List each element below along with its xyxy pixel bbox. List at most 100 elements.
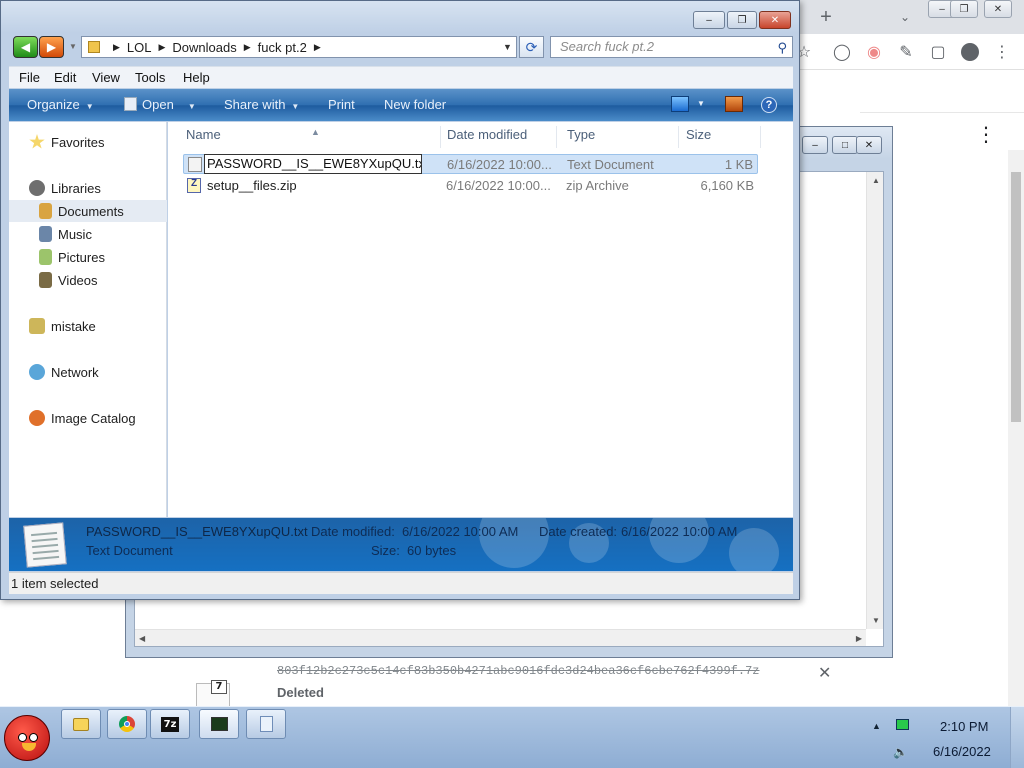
start-button[interactable]: [4, 715, 50, 761]
network-status-icon[interactable]: [896, 719, 909, 730]
search-input[interactable]: Search fuck pt.2 ⚲: [550, 36, 793, 58]
nav-favorites[interactable]: Favorites: [9, 131, 167, 153]
refresh-button[interactable]: ⟳: [519, 36, 544, 58]
nav-libraries-label: Libraries: [51, 180, 101, 196]
back-button[interactable]: ◀: [13, 36, 38, 58]
forward-button[interactable]: ▶: [39, 36, 64, 58]
side-panel-icon[interactable]: ▢: [924, 38, 952, 66]
organize-button[interactable]: Organize ▼: [27, 97, 94, 112]
nav-pictures[interactable]: Pictures: [9, 246, 167, 268]
background-minimize-button[interactable]: –: [802, 136, 828, 154]
page-more-options-icon[interactable]: ⋮: [976, 122, 996, 147]
taskbar-notepad-button[interactable]: [246, 709, 286, 739]
new-tab-icon[interactable]: +: [812, 3, 840, 31]
profile-avatar-icon[interactable]: [956, 38, 984, 66]
menu-edit[interactable]: Edit: [54, 70, 76, 85]
nav-music-label: Music: [58, 226, 92, 242]
print-button[interactable]: Print: [328, 97, 355, 112]
new-folder-label: New folder: [384, 97, 447, 112]
column-header-name[interactable]: Name ▲: [176, 126, 441, 148]
close-button[interactable]: ✕: [759, 11, 791, 29]
taskbar-chrome-button[interactable]: [107, 709, 147, 739]
breadcrumb-chevron-icon[interactable]: ▶: [314, 42, 321, 53]
breadcrumb-current-folder[interactable]: fuck pt.2: [258, 40, 307, 55]
help-icon[interactable]: ?: [761, 97, 777, 113]
file-row-setup-zip[interactable]: setup__files.zip 6/16/2022 10:00... zip …: [183, 176, 758, 196]
nav-videos[interactable]: Videos: [9, 269, 167, 291]
column-header-size[interactable]: Size: [676, 126, 761, 148]
menu-file[interactable]: File: [19, 70, 40, 85]
browser-menu-icon[interactable]: ⋮: [988, 38, 1016, 66]
volume-icon[interactable]: 🔈: [893, 745, 908, 759]
address-row: ◀ ▶ ▼ ▶ LOL ▶ Downloads ▶ fuck pt.2 ▶ ▼ …: [9, 34, 793, 60]
breadcrumb-lol[interactable]: LOL: [127, 40, 152, 55]
browser-scrollbar[interactable]: [1008, 150, 1024, 706]
tab-search-chevron-icon[interactable]: ⌄: [891, 3, 919, 31]
7zip-icon: 7z: [161, 716, 179, 732]
ublock-extension-icon[interactable]: ◯: [828, 38, 856, 66]
recent-pages-dropdown-icon[interactable]: ▼: [69, 42, 77, 51]
search-icon[interactable]: ⚲: [777, 38, 787, 58]
view-dropdown-arrow-icon[interactable]: ▼: [697, 99, 705, 108]
new-folder-button[interactable]: New folder: [384, 97, 446, 112]
task-manager-icon: [210, 717, 228, 731]
nav-network[interactable]: Network: [9, 361, 167, 383]
column-header-type[interactable]: Type: [557, 126, 679, 148]
breadcrumb-chevron-icon[interactable]: ▶: [244, 42, 251, 53]
nav-music[interactable]: Music: [9, 223, 167, 245]
scroll-down-arrow-icon[interactable]: ▼: [872, 616, 880, 625]
menu-help[interactable]: Help: [183, 70, 210, 85]
address-history-dropdown-icon[interactable]: ▼: [503, 42, 512, 52]
download-status: Deleted: [277, 685, 324, 700]
file-row-password-txt[interactable]: PASSWORD__IS__EWE8YXupQU.txt 6/16/2022 1…: [183, 154, 758, 174]
scroll-up-arrow-icon[interactable]: ▲: [872, 176, 880, 185]
open-button[interactable]: Open ▼: [124, 97, 196, 112]
pride-extension-icon[interactable]: ◉: [860, 38, 888, 66]
nav-mistake[interactable]: mistake: [9, 315, 167, 337]
taskbar-7zip-button[interactable]: 7z: [150, 709, 190, 739]
browser-close-button[interactable]: ✕: [984, 0, 1012, 18]
menu-tools[interactable]: Tools: [135, 70, 165, 85]
breadcrumb-downloads[interactable]: Downloads: [172, 40, 236, 55]
share-with-button[interactable]: Share with ▼: [224, 97, 299, 112]
rename-input[interactable]: PASSWORD__IS__EWE8YXupQU.txt: [204, 154, 422, 174]
background-vertical-scrollbar[interactable]: ▲ ▼: [866, 172, 883, 629]
show-desktop-button[interactable]: [1010, 707, 1024, 768]
taskbar-task-manager-button[interactable]: [199, 709, 239, 739]
browser-scrollbar-thumb[interactable]: [1011, 172, 1021, 422]
show-hidden-icons-icon[interactable]: ▲: [872, 721, 881, 731]
clock-time[interactable]: 2:10 PM: [940, 719, 988, 734]
minimize-button[interactable]: –: [693, 11, 725, 29]
file-type: Text Document: [567, 157, 654, 172]
scroll-left-arrow-icon[interactable]: ◀: [139, 634, 145, 643]
column-header-date-modified[interactable]: Date modified: [437, 126, 557, 148]
clock-date[interactable]: 6/16/2022: [933, 744, 991, 759]
background-maximize-button[interactable]: □: [832, 136, 858, 154]
nav-mistake-label: mistake: [51, 318, 96, 334]
background-close-button[interactable]: ✕: [856, 136, 882, 154]
menu-view[interactable]: View: [92, 70, 120, 85]
explorer-folder-icon: [73, 717, 89, 731]
breadcrumb-chevron-icon[interactable]: ▶: [159, 42, 166, 53]
nav-libraries[interactable]: Libraries: [9, 177, 167, 199]
page-divider: [860, 112, 1024, 113]
remove-download-icon[interactable]: ✕: [818, 663, 831, 683]
details-file-name: PASSWORD__IS__EWE8YXupQU.txt: [86, 524, 308, 539]
libraries-icon: [29, 180, 45, 196]
print-label: Print: [328, 97, 355, 112]
taskbar-explorer-button[interactable]: [61, 709, 101, 739]
nav-documents[interactable]: Documents: [9, 200, 167, 222]
browser-restore-button[interactable]: ❐: [950, 0, 978, 18]
download-filename[interactable]: 803f12b2c273c5c14cf83b350b4271abc9016fdc…: [277, 664, 759, 678]
breadcrumb-chevron-icon[interactable]: ▶: [113, 42, 120, 53]
extensions-puzzle-icon[interactable]: ✎: [892, 38, 920, 66]
explorer-titlebar[interactable]: [1, 1, 799, 33]
address-bar[interactable]: ▶ LOL ▶ Downloads ▶ fuck pt.2 ▶: [81, 36, 517, 58]
scroll-right-arrow-icon[interactable]: ▶: [856, 634, 862, 643]
nav-image-catalog[interactable]: Image Catalog: [9, 407, 167, 429]
change-view-icon[interactable]: [671, 96, 689, 112]
background-horizontal-scrollbar[interactable]: ◀ ▶: [135, 629, 866, 646]
details-size: 60 bytes: [407, 543, 457, 558]
preview-pane-icon[interactable]: [725, 96, 743, 112]
maximize-button[interactable]: ❐: [727, 11, 757, 29]
